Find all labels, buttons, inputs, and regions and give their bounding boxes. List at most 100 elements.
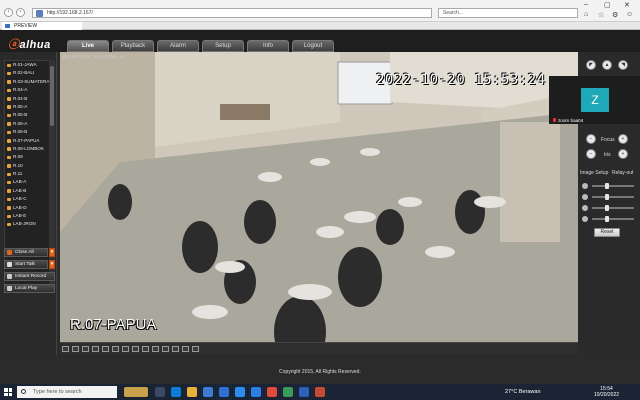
ptz-up-icon[interactable]: ▲ [602, 60, 612, 70]
hue-knob[interactable] [605, 205, 610, 211]
relay-out-tab[interactable]: Relay-out [612, 170, 633, 176]
layout-64-icon[interactable] [162, 346, 169, 352]
channel-item[interactable]: LAB-JRGN [5, 220, 54, 228]
channel-item[interactable]: R.04-A [5, 86, 54, 94]
layout-20-icon[interactable] [152, 346, 159, 352]
maximize-icon[interactable]: ▢ [604, 1, 611, 9]
edge-icon[interactable] [171, 387, 181, 397]
channel-item[interactable]: R.01-JAWA [5, 61, 54, 69]
image-setup-tab[interactable]: Image Setup [580, 170, 608, 176]
iris-plus-icon[interactable]: + [618, 149, 628, 159]
back-icon[interactable]: ‹ [4, 8, 13, 17]
channel-item[interactable]: R.04-B [5, 95, 54, 103]
layout-8-icon[interactable] [132, 346, 139, 352]
taskbar-search-input[interactable]: Type here to search [17, 386, 117, 398]
channel-item[interactable]: LAB-B [5, 187, 54, 195]
camera-icon [7, 172, 11, 177]
brightness-knob[interactable] [605, 183, 610, 189]
hue-slider[interactable] [592, 205, 634, 211]
channel-item[interactable]: R.10 [5, 162, 54, 170]
powerpoint-icon[interactable] [315, 387, 325, 397]
ptz-left-up-icon[interactable]: ◤ [586, 60, 596, 70]
instant-record-button[interactable]: Instant Record [4, 272, 55, 281]
layout-4-icon[interactable] [72, 346, 79, 352]
smiley-icon[interactable]: ☺ [626, 11, 633, 18]
tab-preview[interactable]: PREVIEW [2, 22, 82, 30]
close-window-icon[interactable]: ✕ [624, 1, 630, 9]
focus-plus-icon[interactable]: + [618, 134, 628, 144]
camera-icon [7, 214, 11, 219]
contrast-slider[interactable] [592, 194, 634, 200]
fullscreen-icon[interactable] [172, 346, 179, 352]
layout-13-icon[interactable] [142, 346, 149, 352]
zoom-participant-tile[interactable]: Z zoom baa04 [549, 76, 640, 124]
layout-36-icon[interactable] [112, 346, 119, 352]
tab-alarm[interactable]: Alarm [157, 40, 199, 52]
store-icon[interactable] [219, 387, 229, 397]
layout-16-icon[interactable] [92, 346, 99, 352]
channel-item[interactable]: R.06-A [5, 120, 54, 128]
tab-info[interactable]: Info [247, 40, 289, 52]
channel-item[interactable]: LAB-A [5, 178, 54, 186]
layout-25-icon[interactable] [102, 346, 109, 352]
start-talk-button[interactable]: Start Talk [4, 260, 48, 269]
tab-logout[interactable]: Logout [292, 40, 334, 52]
close-all-dropdown-icon[interactable]: ▾ [49, 248, 55, 257]
contrast-knob[interactable] [605, 194, 610, 200]
layout-6-icon[interactable] [122, 346, 129, 352]
channel-item[interactable]: R.06-B [5, 128, 54, 136]
zoom-app-icon[interactable] [251, 387, 261, 397]
start-talk-dropdown-icon[interactable]: ▾ [49, 260, 55, 269]
ptz-right-up-icon[interactable]: ◥ [618, 60, 628, 70]
channel-item[interactable]: R.11 [5, 170, 54, 178]
channel-item[interactable]: R.03-SUMATERA [5, 78, 54, 86]
channel-item[interactable]: LAB-D [5, 204, 54, 212]
browser-search-input[interactable]: Search... [438, 8, 578, 18]
tab-setup[interactable]: Setup [202, 40, 244, 52]
video-channel-title: 192.168.2.167_19_1115fps_m [62, 54, 124, 59]
word-icon[interactable] [299, 387, 309, 397]
tab-playback[interactable]: Playback [112, 40, 154, 52]
channel-item[interactable]: LAB-C [5, 195, 54, 203]
home-icon[interactable]: ⌂ [584, 11, 588, 18]
favorites-icon[interactable]: ☆ [598, 11, 604, 19]
search-highlight-icon[interactable] [124, 387, 148, 397]
forward-icon[interactable]: › [16, 8, 25, 17]
excel-icon[interactable] [283, 387, 293, 397]
taskbar-clock[interactable]: 15:54 10/20/2022 [594, 386, 619, 398]
settings-gear-icon[interactable]: ⚙ [612, 11, 618, 19]
fit-window-icon[interactable] [192, 346, 199, 352]
file-explorer-icon[interactable] [187, 387, 197, 397]
scrollbar-thumb[interactable] [50, 66, 54, 126]
channel-item[interactable]: R.08-LOMBOK [5, 145, 54, 153]
tab-live[interactable]: Live [67, 40, 109, 52]
task-view-icon[interactable] [155, 387, 165, 397]
logo-text: alhua [19, 39, 51, 51]
channel-label: LAB-E [13, 213, 27, 219]
local-play-button[interactable]: Local Play [4, 284, 55, 293]
saturation-knob[interactable] [605, 216, 610, 222]
channel-item[interactable]: R.09 [5, 153, 54, 161]
close-all-button[interactable]: Close All [4, 248, 48, 257]
channel-item[interactable]: R.02-BALI [5, 69, 54, 77]
channel-item[interactable]: LAB-E [5, 212, 54, 220]
saturation-slider[interactable] [592, 216, 634, 222]
ie-icon[interactable] [235, 387, 245, 397]
video-viewport[interactable]: 192.168.2.167_19_1115fps_m 2022-10-20 15… [60, 52, 578, 342]
focus-minus-icon[interactable]: − [586, 134, 596, 144]
snapshot-icon[interactable] [182, 346, 189, 352]
windows-start-icon[interactable] [4, 388, 12, 396]
channel-item[interactable]: R.05-A [5, 103, 54, 111]
brightness-slider[interactable] [592, 183, 634, 189]
layout-9-icon[interactable] [82, 346, 89, 352]
iris-minus-icon[interactable]: − [586, 149, 596, 159]
chrome-icon[interactable] [267, 387, 277, 397]
layout-1-icon[interactable] [62, 346, 69, 352]
channel-item[interactable]: R.05-B [5, 111, 54, 119]
address-bar[interactable]: http://192.168.2.167/ [32, 8, 432, 18]
minimize-icon[interactable]: – [584, 1, 588, 8]
reset-button[interactable]: Reset [594, 228, 620, 237]
channel-item[interactable]: R.07-PAPUA [5, 137, 54, 145]
weather-widget[interactable]: 27°C Berawan [505, 389, 541, 395]
mail-icon[interactable] [203, 387, 213, 397]
